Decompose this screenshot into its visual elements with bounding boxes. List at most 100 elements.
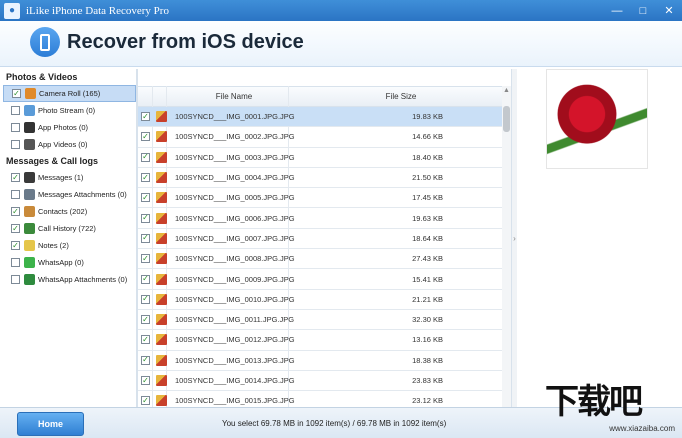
- table-row[interactable]: 100SYNCD___IMG_0009.JPG.JPG 15.41 KB: [138, 269, 511, 290]
- table-row[interactable]: 100SYNCD___IMG_0003.JPG.JPG 18.40 KB: [138, 148, 511, 168]
- ios-device-icon: [30, 27, 60, 57]
- row-checkbox[interactable]: [141, 274, 150, 284]
- file-size-cell: 23.12 KB: [412, 396, 443, 406]
- sidebar-item[interactable]: Camera Roll (165): [3, 85, 136, 102]
- sidebar-item[interactable]: WhatsApp (0): [3, 254, 136, 271]
- sidebar-section-title: Messages & Call logs: [6, 156, 99, 166]
- sidebar-item-checkbox[interactable]: [11, 275, 20, 284]
- sidebar-item-label: Contacts (202): [38, 207, 88, 216]
- row-checkbox[interactable]: [141, 193, 150, 203]
- row-checkbox[interactable]: [141, 233, 150, 243]
- file-size-cell: 21.50 KB: [412, 173, 443, 183]
- table-row[interactable]: 100SYNCD___IMG_0007.JPG.JPG 18.64 KB: [138, 229, 511, 250]
- home-button[interactable]: Home: [17, 412, 84, 436]
- close-button[interactable]: ✕: [656, 0, 682, 21]
- sidebar-item[interactable]: Notes (2): [3, 237, 136, 254]
- image-file-icon: [156, 334, 167, 346]
- sidebar-item-checkbox[interactable]: [11, 140, 20, 149]
- row-checkbox[interactable]: [141, 213, 150, 223]
- table-row[interactable]: 100SYNCD___IMG_0014.JPG.JPG 23.83 KB: [138, 371, 511, 392]
- table-header: File Name File Size: [138, 86, 511, 107]
- table-row[interactable]: 100SYNCD___IMG_0005.JPG.JPG 17.45 KB: [138, 188, 511, 209]
- file-size-cell: 17.45 KB: [412, 193, 443, 203]
- sidebar-item[interactable]: WhatsApp Attachments (0): [3, 271, 136, 288]
- selection-status: You select 69.78 MB in 1092 item(s) / 69…: [222, 419, 447, 428]
- sidebar-item[interactable]: Messages (1): [3, 169, 136, 186]
- sidebar-item[interactable]: Messages Attachments (0): [3, 186, 136, 203]
- flower-icon: [25, 88, 36, 99]
- sidebar-item-checkbox[interactable]: [11, 190, 20, 199]
- table-row[interactable]: 100SYNCD___IMG_0001.JPG.JPG 19.83 KB: [138, 107, 511, 128]
- table-row[interactable]: 100SYNCD___IMG_0011.JPG.JPG 32.30 KB: [138, 310, 511, 331]
- file-name-cell: 100SYNCD___IMG_0014.JPG.JPG: [175, 376, 295, 385]
- file-size-cell: 19.83 KB: [412, 112, 443, 122]
- minimize-button[interactable]: —: [604, 0, 630, 21]
- file-name-cell: 100SYNCD___IMG_0005.JPG.JPG: [175, 193, 295, 203]
- sidebar-item-label: Call History (722): [38, 224, 96, 233]
- table-row[interactable]: 100SYNCD___IMG_0013.JPG.JPG 18.38 KB: [138, 351, 511, 371]
- sidebar-item[interactable]: Contacts (202): [3, 203, 136, 220]
- image-file-icon: [156, 293, 167, 305]
- sidebar-item-checkbox[interactable]: [11, 241, 20, 250]
- sidebar: Photos & Videos Camera Roll (165) Photo St…: [3, 69, 137, 407]
- table-row[interactable]: 100SYNCD___IMG_0010.JPG.JPG 21.21 KB: [138, 290, 511, 310]
- sidebar-item-checkbox[interactable]: [12, 89, 21, 98]
- sidebar-item[interactable]: App Photos (0): [3, 119, 136, 136]
- sidebar-item-label: Messages (1): [38, 173, 84, 182]
- whatsapp-icon: [24, 257, 35, 268]
- whatsapp-attachment-icon: [24, 274, 35, 285]
- sidebar-item-checkbox[interactable]: [11, 123, 20, 132]
- file-size-cell: 32.30 KB: [412, 315, 443, 325]
- row-checkbox[interactable]: [141, 335, 150, 345]
- sidebar-item[interactable]: App Videos (0): [3, 136, 136, 153]
- sidebar-item-checkbox[interactable]: [11, 224, 20, 233]
- table-row[interactable]: 100SYNCD___IMG_0008.JPG.JPG 27.43 KB: [138, 249, 511, 270]
- row-checkbox[interactable]: [141, 376, 150, 385]
- file-table: File Name File Size 100SYNCD___IMG_0001.…: [137, 69, 511, 407]
- column-header-file-size[interactable]: File Size: [302, 92, 500, 101]
- file-size-cell: 13.16 KB: [412, 335, 443, 345]
- file-name-cell: 100SYNCD___IMG_0004.JPG.JPG: [175, 173, 295, 183]
- sidebar-item-checkbox[interactable]: [11, 173, 20, 182]
- table-row[interactable]: 100SYNCD___IMG_0004.JPG.JPG 21.50 KB: [138, 168, 511, 189]
- row-checkbox[interactable]: [141, 315, 150, 325]
- row-checkbox[interactable]: [141, 112, 150, 122]
- row-checkbox[interactable]: [141, 355, 150, 365]
- scroll-up-arrow-icon[interactable]: ▲: [502, 86, 511, 96]
- sidebar-item-label: Messages Attachments (0): [38, 190, 127, 199]
- table-row[interactable]: 100SYNCD___IMG_0002.JPG.JPG 14.66 KB: [138, 127, 511, 148]
- row-checkbox[interactable]: [141, 396, 150, 406]
- preview-image-rose: [546, 69, 648, 169]
- table-row[interactable]: 100SYNCD___IMG_0012.JPG.JPG 13.16 KB: [138, 330, 511, 351]
- watermark: 下载吧 www.xiazaiba.com: [545, 382, 679, 435]
- row-checkbox[interactable]: [141, 132, 150, 142]
- sidebar-item[interactable]: Call History (722): [3, 220, 136, 237]
- sidebar-section-title: Photos & Videos: [6, 72, 78, 82]
- sidebar-item-checkbox[interactable]: [11, 207, 20, 216]
- image-file-icon: [156, 375, 167, 386]
- sidebar-item-label: App Videos (0): [38, 140, 88, 149]
- maximize-button[interactable]: □: [630, 0, 656, 21]
- image-file-icon: [156, 232, 167, 244]
- file-size-cell: 14.66 KB: [412, 132, 443, 142]
- sidebar-item-checkbox[interactable]: [11, 106, 20, 115]
- scroll-thumb[interactable]: [503, 106, 510, 132]
- table-row[interactable]: 100SYNCD___IMG_0006.JPG.JPG 19.63 KB: [138, 208, 511, 229]
- row-checkbox[interactable]: [141, 152, 150, 162]
- sidebar-item-label: App Photos (0): [38, 123, 89, 132]
- sidebar-item-checkbox[interactable]: [11, 258, 20, 267]
- sidebar-item-label: Photo Stream (0): [38, 106, 96, 115]
- row-checkbox[interactable]: [141, 294, 150, 304]
- chevron-right-icon[interactable]: ›: [513, 234, 516, 243]
- column-header-file-name[interactable]: File Name: [166, 92, 302, 101]
- page-title: Recover from iOS device: [67, 31, 304, 53]
- file-size-cell: 27.43 KB: [412, 254, 443, 264]
- row-checkbox[interactable]: [141, 254, 150, 264]
- table-row[interactable]: 100SYNCD___IMG_0015.JPG.JPG 23.12 KB: [138, 391, 511, 407]
- sidebar-item-label: Camera Roll (165): [39, 89, 101, 98]
- row-checkbox[interactable]: [141, 173, 150, 183]
- file-size-cell: 18.40 KB: [412, 152, 443, 162]
- sidebar-item[interactable]: Photo Stream (0): [3, 102, 136, 119]
- file-name-cell: 100SYNCD___IMG_0013.JPG.JPG: [175, 355, 295, 365]
- vertical-scrollbar[interactable]: ▲: [502, 86, 511, 407]
